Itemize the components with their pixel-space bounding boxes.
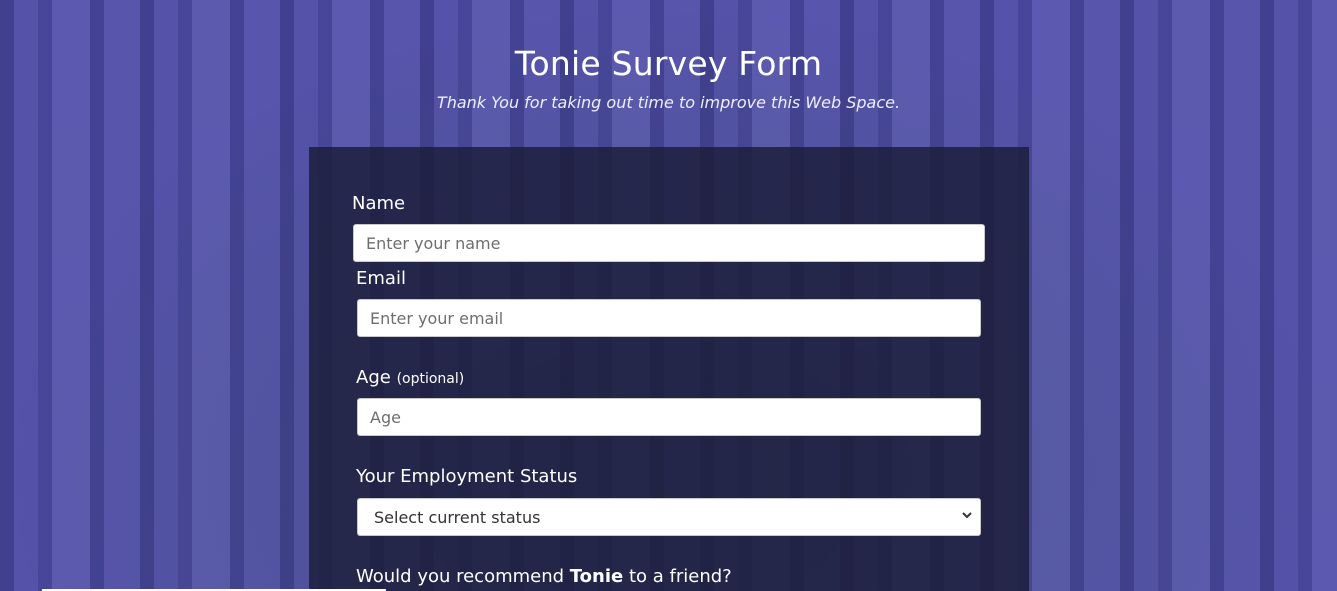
name-label: Name — [352, 193, 406, 214]
page-subtitle: Thank You for taking out time to improve… — [436, 93, 901, 112]
employment-selected-value: Select current status — [374, 507, 541, 527]
page-title: Tonie Survey Form — [514, 44, 823, 83]
email-input[interactable] — [357, 299, 981, 337]
age-optional-note: (optional) — [396, 371, 465, 387]
employment-label: Your Employment Status — [356, 466, 578, 487]
page-header: Tonie Survey Form Thank You for taking o… — [0, 44, 1337, 112]
recommend-text-pre: Would you recommend — [356, 566, 570, 587]
recommend-question: Would you recommend Tonie to a friend? — [356, 566, 732, 587]
recommend-text-post: to a friend? — [623, 566, 732, 587]
chevron-down-icon — [962, 512, 972, 519]
employment-select[interactable]: Select current status — [357, 498, 981, 536]
age-label-text: Age — [356, 367, 391, 388]
survey-form: Name Email Age (optional) Your Employmen… — [309, 147, 1029, 591]
email-label: Email — [356, 268, 406, 289]
age-input[interactable] — [357, 398, 981, 436]
age-label: Age (optional) — [356, 367, 464, 388]
name-input[interactable] — [353, 224, 985, 262]
recommend-brand: Tonie — [569, 566, 624, 587]
